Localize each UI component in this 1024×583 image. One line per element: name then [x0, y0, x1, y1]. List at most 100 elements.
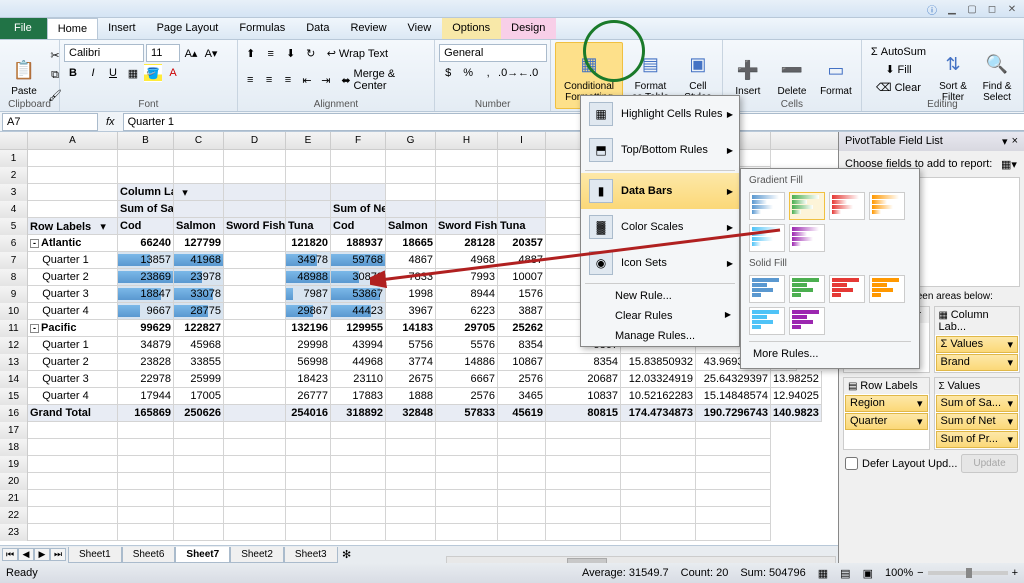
cell[interactable] [286, 150, 331, 167]
cell[interactable] [174, 490, 224, 507]
cell[interactable] [224, 422, 286, 439]
cell[interactable] [331, 422, 386, 439]
area-tag[interactable]: Σ Values▾ [936, 336, 1019, 353]
databar-swatch[interactable] [749, 275, 785, 303]
font-size-select[interactable] [146, 44, 180, 62]
cell[interactable]: 33078 [174, 286, 224, 303]
cell[interactable]: 44968 [331, 354, 386, 371]
filter-icon[interactable]: ▾ [94, 218, 112, 235]
tab-page-layout[interactable]: Page Layout [147, 18, 230, 39]
autosum-button[interactable]: ΣAutoSum [866, 44, 931, 60]
cell[interactable]: 25262 [498, 320, 546, 337]
cell[interactable] [174, 439, 224, 456]
cell[interactable]: 30879 [331, 269, 386, 286]
cell[interactable]: Row Labels ▾ [28, 218, 118, 235]
cell[interactable] [224, 524, 286, 541]
cell[interactable] [546, 422, 621, 439]
zoom-slider[interactable] [928, 571, 1008, 575]
cell[interactable] [696, 456, 771, 473]
cell[interactable] [286, 439, 331, 456]
cell[interactable]: Quarter 4 [28, 303, 118, 320]
cell[interactable]: 121820 [286, 235, 331, 252]
cell[interactable]: 12.94025 [771, 388, 822, 405]
databar-swatch[interactable] [869, 192, 905, 220]
area-tag[interactable]: Sum of Net▾ [936, 413, 1019, 430]
grow-font-icon[interactable]: A▴ [182, 44, 200, 62]
cell[interactable] [436, 150, 498, 167]
cell[interactable] [546, 456, 621, 473]
cell[interactable]: 2576 [498, 371, 546, 388]
cell[interactable] [331, 490, 386, 507]
cell[interactable]: 1888 [386, 388, 436, 405]
cell[interactable] [498, 150, 546, 167]
cell[interactable] [498, 184, 546, 201]
cell[interactable]: 41968 [174, 252, 224, 269]
cell[interactable] [436, 507, 498, 524]
cell[interactable]: 8354 [498, 337, 546, 354]
cell[interactable] [28, 490, 118, 507]
area-tag[interactable]: Brand▾ [936, 354, 1019, 371]
tab-file[interactable]: File [0, 18, 47, 39]
cell[interactable] [118, 456, 174, 473]
cell[interactable] [28, 184, 118, 201]
cell[interactable]: 18665 [386, 235, 436, 252]
cf-manage-rules[interactable]: Manage Rules... [581, 326, 739, 346]
tab-formulas[interactable]: Formulas [229, 18, 296, 39]
area-tag[interactable]: Quarter▾ [845, 413, 928, 430]
tab-review[interactable]: Review [340, 18, 397, 39]
databar-swatch[interactable] [789, 192, 825, 220]
cell[interactable] [118, 422, 174, 439]
cell[interactable]: 132196 [286, 320, 331, 337]
cell[interactable] [498, 490, 546, 507]
cell[interactable] [286, 473, 331, 490]
databar-swatch[interactable] [789, 307, 825, 335]
cell[interactable] [28, 456, 118, 473]
cell[interactable]: 57833 [436, 405, 498, 422]
cell[interactable]: 29867 [286, 303, 331, 320]
cell[interactable]: 8944 [436, 286, 498, 303]
cell[interactable] [498, 507, 546, 524]
cell[interactable]: 2675 [386, 371, 436, 388]
cell[interactable]: Quarter 1 [28, 252, 118, 269]
cell[interactable] [621, 524, 696, 541]
row-header[interactable]: 22 [0, 507, 28, 524]
cell[interactable]: 7993 [436, 269, 498, 286]
cell[interactable] [498, 201, 546, 218]
cell[interactable]: 56998 [286, 354, 331, 371]
cell[interactable]: 34879 [118, 337, 174, 354]
col-header-H[interactable]: H [436, 132, 498, 149]
cell[interactable] [386, 490, 436, 507]
cell[interactable] [331, 167, 386, 184]
cell[interactable]: 13857 [118, 252, 174, 269]
cell[interactable]: 188937 [331, 235, 386, 252]
font-color-icon[interactable]: A [164, 64, 182, 82]
cell[interactable]: Quarter 3 [28, 286, 118, 303]
row-header[interactable]: 1 [0, 150, 28, 167]
cell[interactable]: 190.7296743 [696, 405, 771, 422]
row-header[interactable]: 3 [0, 184, 28, 201]
view-break-icon[interactable]: ▣ [863, 567, 873, 580]
cell[interactable] [386, 201, 436, 218]
sheet-tab[interactable]: Sheet2 [230, 547, 284, 563]
databar-swatch[interactable] [869, 275, 905, 303]
databar-swatch[interactable] [749, 192, 785, 220]
cell[interactable]: Tuna [498, 218, 546, 235]
cell[interactable]: 66240 [118, 235, 174, 252]
cell[interactable] [331, 524, 386, 541]
cell[interactable] [118, 507, 174, 524]
cell[interactable]: Column Labels [118, 184, 174, 201]
cell[interactable]: 10837 [546, 388, 621, 405]
expand-icon[interactable]: - [30, 324, 39, 333]
field-list-dropdown-icon[interactable]: ▾ [1002, 135, 1008, 148]
cell[interactable]: Tuna [286, 218, 331, 235]
cell[interactable] [118, 439, 174, 456]
cell[interactable]: Quarter 2 [28, 269, 118, 286]
cell[interactable] [224, 150, 286, 167]
cell[interactable] [386, 524, 436, 541]
cf-color-scales[interactable]: ▓Color Scales▶ [581, 209, 739, 245]
update-button[interactable]: Update [961, 454, 1017, 473]
cf-data-bars[interactable]: ▮Data Bars▶ [581, 173, 739, 209]
cell[interactable] [224, 201, 286, 218]
cell[interactable] [174, 201, 224, 218]
cell[interactable] [286, 167, 331, 184]
